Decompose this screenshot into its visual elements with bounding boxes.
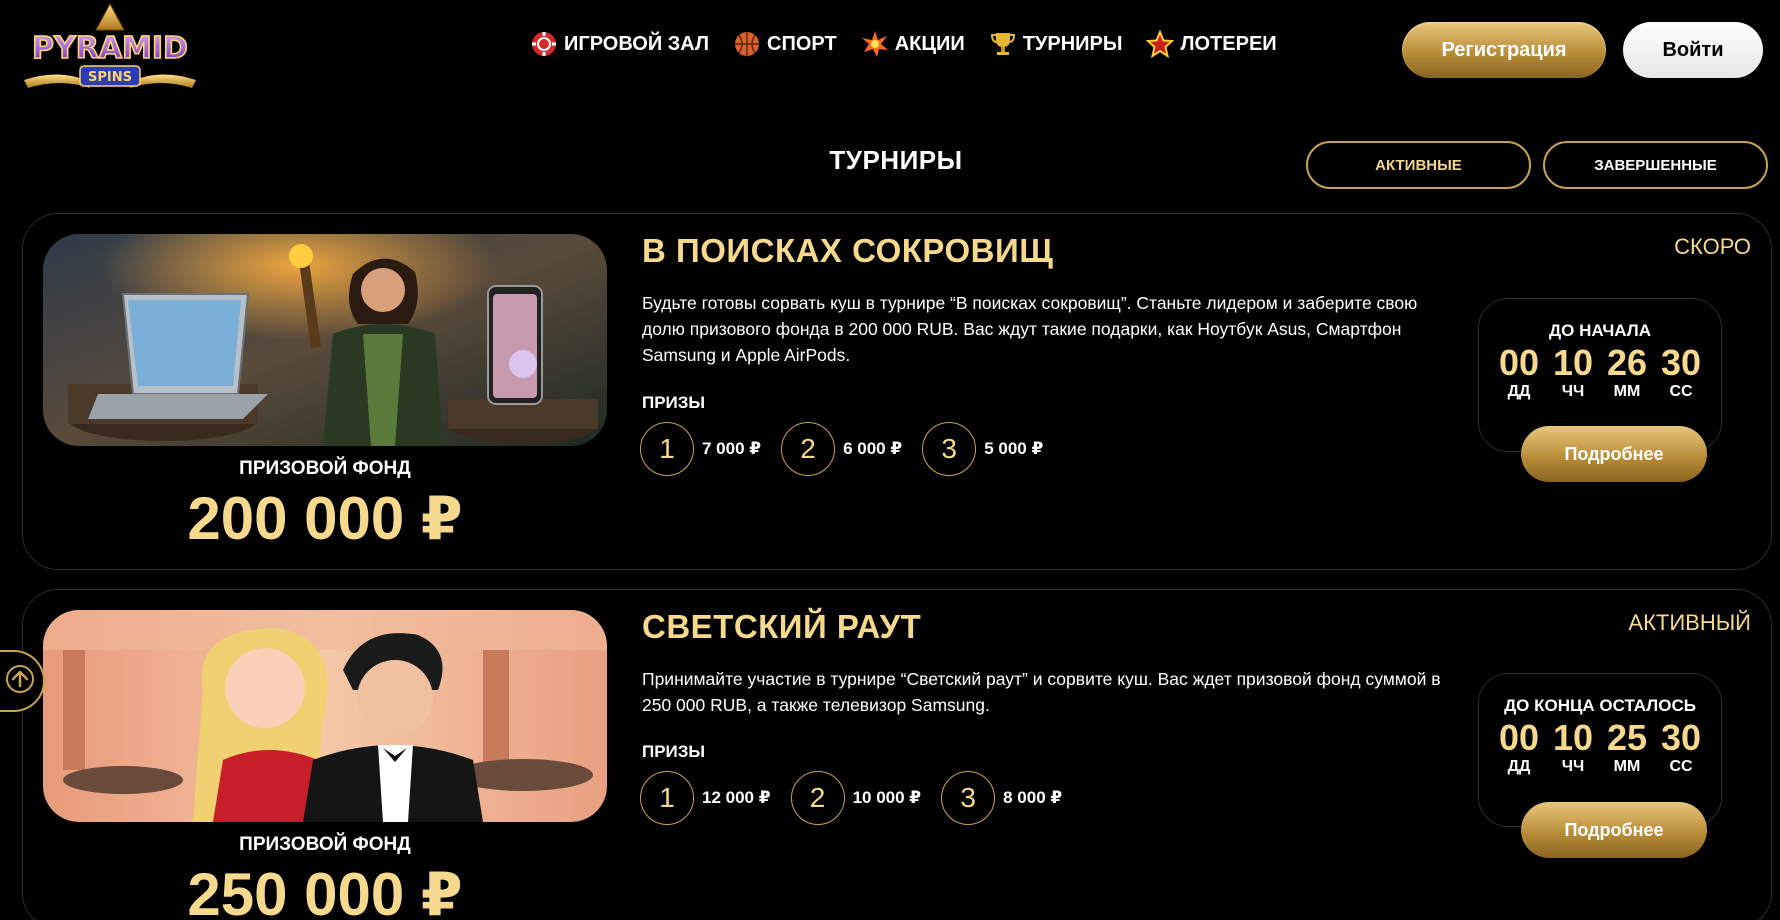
timer-row: 00 ДД 10 ЧЧ 25 ММ 30 СС: [1479, 718, 1721, 776]
prizes-label: ПРИЗЫ: [642, 393, 706, 412]
tournament-status: АКТИВНЫЙ: [1628, 610, 1751, 635]
prize-fund-label: ПРИЗОВОЙ ФОНД: [239, 458, 411, 479]
prize-place-badge: 3: [922, 422, 977, 476]
timer-days: 00: [1498, 342, 1540, 383]
basketball-icon: [733, 30, 761, 58]
prize-amount: 5 000 ₽: [984, 439, 1044, 458]
timer-minutes: 25: [1606, 717, 1648, 758]
prize-fund-value: 250 000 ₽: [187, 861, 463, 920]
nav-item-tournaments[interactable]: ТУРНИРЫ: [989, 30, 1123, 58]
timer-hours: 10: [1552, 342, 1594, 383]
timer-label: ДО КОНЦА ОСТАЛОСЬ: [1504, 696, 1696, 715]
prize-amount: 10 000 ₽: [852, 788, 922, 807]
timer-unit: ММ: [1613, 383, 1641, 400]
prize-place-badge: 1: [640, 771, 694, 825]
tournament-description: Будьте готовы сорвать куш в турнире “В п…: [642, 293, 1418, 365]
tournament-title: СВЕТСКИЙ РАУТ: [642, 608, 922, 645]
prize-item: 1 12 000 ₽: [640, 771, 771, 825]
tab-finished[interactable]: ЗАВЕРШЕННЫЕ: [1543, 141, 1768, 189]
tournament-banner-image[interactable]: [43, 234, 607, 446]
timer-unit: ДД: [1507, 383, 1531, 400]
nav-item-promotions[interactable]: АКЦИИ: [861, 30, 965, 58]
nav-item-games[interactable]: ИГРОВОЙ ЗАЛ: [530, 30, 709, 58]
timer-unit: ЧЧ: [1561, 758, 1585, 775]
prize-fund-label: ПРИЗОВОЙ ФОНД: [239, 834, 411, 855]
timer-unit: СС: [1669, 383, 1693, 400]
timer-row: 00 ДД 10 ЧЧ 26 ММ 30 СС: [1479, 343, 1721, 401]
register-button[interactable]: Регистрация: [1402, 22, 1606, 78]
timer-days: 00: [1498, 717, 1540, 758]
tournament-description: Принимайте участие в турнире “Светский р…: [642, 669, 1441, 715]
main-nav: ИГРОВОЙ ЗАЛ СПОРТ АКЦИИ ТУРНИРЫ ЛОТЕРЕИ: [530, 30, 1277, 58]
nav-label: ТУРНИРЫ: [1022, 32, 1123, 55]
prize-place-badge: 1: [640, 422, 694, 476]
star-icon: [1146, 30, 1175, 58]
tournament-status: СКОРО: [1674, 234, 1751, 259]
tournament-card: ПРИЗОВОЙ ФОНД 250 000 ₽ СВЕТСКИЙ РАУТ АК…: [22, 589, 1772, 920]
details-button[interactable]: Подробнее: [1521, 426, 1707, 482]
nav-item-lotteries[interactable]: ЛОТЕРЕИ: [1146, 30, 1277, 58]
nav-label: ИГРОВОЙ ЗАЛ: [564, 32, 710, 55]
timer-unit: ММ: [1613, 758, 1641, 775]
arrow-up-icon: [5, 664, 35, 699]
burst-icon: [861, 30, 889, 58]
casino-chip-icon: [530, 30, 558, 58]
nav-item-sport[interactable]: СПОРТ: [733, 30, 837, 58]
prize-amount: 12 000 ₽: [702, 788, 771, 807]
prize-place-badge: 2: [781, 422, 836, 476]
nav-label: АКЦИИ: [894, 32, 965, 55]
timer-minutes: 26: [1606, 342, 1648, 383]
prize-place-badge: 3: [941, 771, 996, 825]
prize-item: 1 7 000 ₽: [640, 422, 761, 476]
prize-item: 2 6 000 ₽: [781, 422, 902, 476]
prizes-list: 1 7 000 ₽ 2 6 000 ₽ 3 5 000 ₽: [640, 422, 1043, 476]
prizes-list: 1 12 000 ₽ 2 10 000 ₽ 3 8 000 ₽: [640, 771, 1062, 825]
tournament-card: ПРИЗОВОЙ ФОНД 200 000 ₽ В ПОИСКАХ СОКРОВ…: [22, 213, 1772, 570]
details-button[interactable]: Подробнее: [1521, 802, 1707, 858]
pyramid-spins-logo[interactable]: PYRAMID SPINS: [20, 2, 200, 98]
tournament-banner-image[interactable]: [43, 610, 607, 822]
svg-text:PYRAMID: PYRAMID: [32, 31, 188, 66]
tournament-title: В ПОИСКАХ СОКРОВИЩ: [642, 232, 1054, 269]
timer-seconds: 30: [1660, 342, 1702, 383]
prize-item: 3 5 000 ₽: [922, 422, 1043, 476]
login-button[interactable]: Войти: [1623, 22, 1763, 78]
prize-amount: 7 000 ₽: [702, 439, 762, 458]
nav-label: ЛОТЕРЕИ: [1180, 32, 1277, 55]
svg-text:SPINS: SPINS: [88, 70, 132, 85]
timer-seconds: 30: [1660, 717, 1702, 758]
trophy-icon: [989, 30, 1017, 58]
prize-item: 2 10 000 ₽: [790, 771, 922, 825]
prize-amount: 6 000 ₽: [843, 439, 903, 458]
nav-label: СПОРТ: [767, 32, 837, 55]
prize-item: 3 8 000 ₽: [941, 771, 1062, 825]
timer-unit: СС: [1669, 758, 1693, 775]
tab-active[interactable]: АКТИВНЫЕ: [1306, 141, 1531, 189]
prizes-label: ПРИЗЫ: [642, 742, 706, 761]
prize-place-badge: 2: [790, 771, 845, 825]
timer-unit: ЧЧ: [1561, 383, 1585, 400]
timer-unit: ДД: [1507, 758, 1531, 775]
timer-hours: 10: [1552, 717, 1594, 758]
timer-label: ДО НАЧАЛА: [1549, 321, 1651, 340]
site-header: PYRAMID SPINS ИГРОВОЙ ЗАЛ СПОРТ АКЦИИ ТУ…: [0, 0, 1780, 100]
prize-amount: 8 000 ₽: [1003, 788, 1063, 807]
prize-fund-value: 200 000 ₽: [187, 485, 463, 552]
